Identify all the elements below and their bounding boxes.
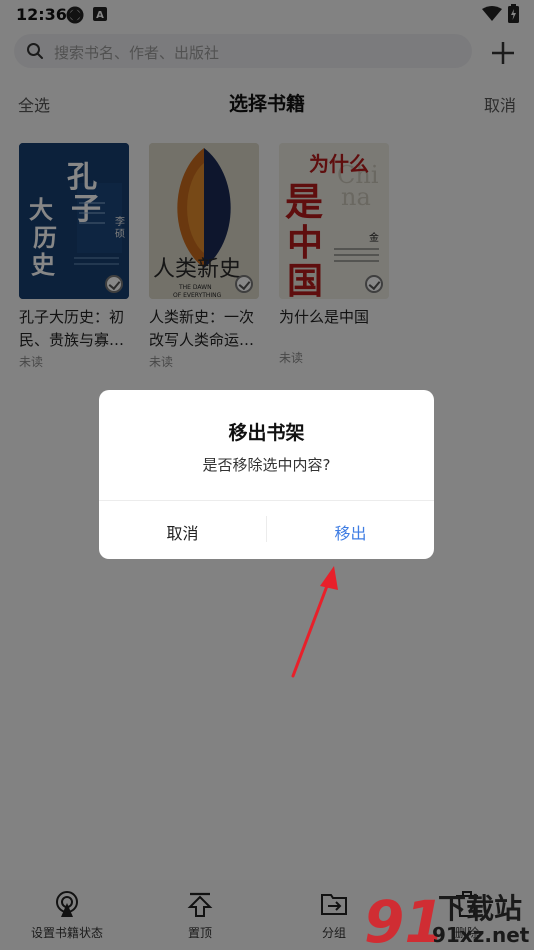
- annotation-arrow-icon: [291, 566, 338, 678]
- dialog-divider: [99, 500, 434, 501]
- svg-text:91xz.net: 91xz.net: [432, 923, 530, 947]
- remove-dialog: 移出书架 是否移除选中内容? 取消 移出: [99, 390, 434, 559]
- site-watermark-logo: 91 下载站 91xz.net: [364, 888, 530, 950]
- dialog-cancel-button[interactable]: 取消: [99, 520, 266, 544]
- dialog-title: 移出书架: [228, 422, 305, 444]
- dialog-message: 是否移除选中内容?: [202, 456, 331, 474]
- svg-text:下载站: 下载站: [438, 892, 522, 925]
- dialog-confirm-button[interactable]: 移出: [267, 520, 434, 544]
